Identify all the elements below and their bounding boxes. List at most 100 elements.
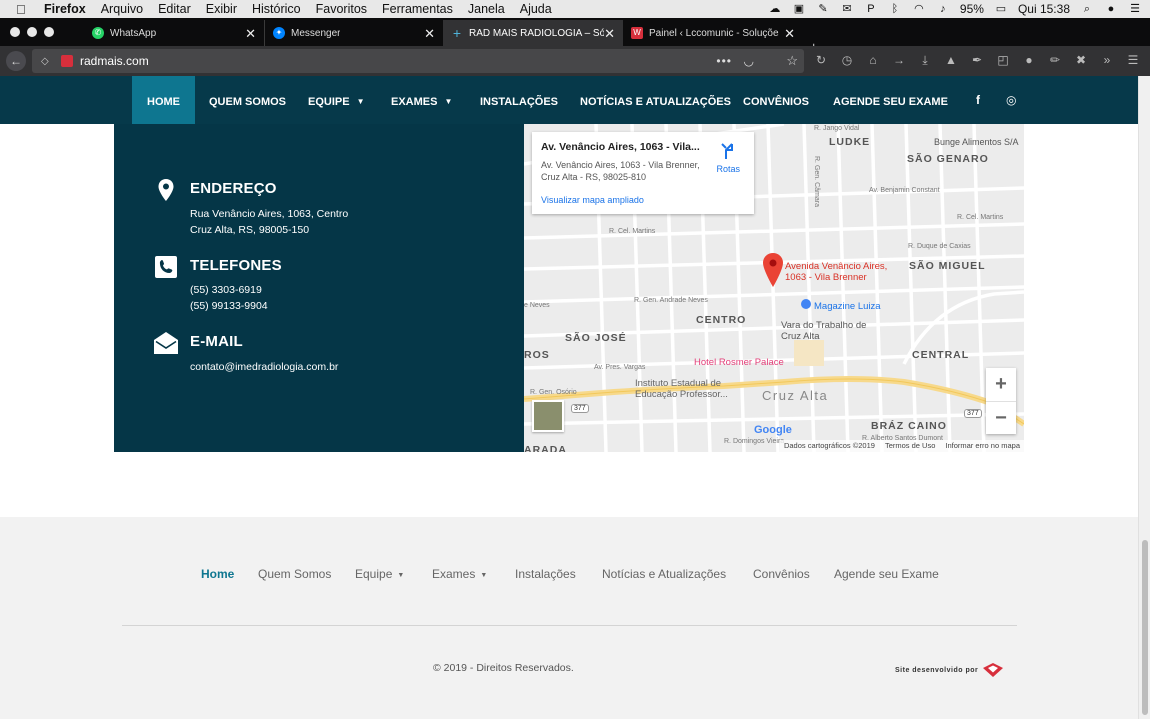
close-tab-icon[interactable]: ✕ bbox=[784, 26, 795, 42]
shield-icon[interactable]: ◇ bbox=[41, 56, 51, 67]
circle-extension-icon[interactable]: ● bbox=[1022, 53, 1036, 68]
pen-extension-icon[interactable]: ✒ bbox=[970, 53, 984, 68]
footer-nav-agende[interactable]: Agende seu Exame bbox=[834, 567, 939, 581]
menu-janela[interactable]: Janela bbox=[468, 2, 505, 16]
siri-icon[interactable]: ● bbox=[1104, 3, 1118, 15]
menu-exibir[interactable]: Exibir bbox=[206, 2, 237, 16]
screenshot-icon[interactable]: ◰ bbox=[996, 53, 1010, 68]
wifi-icon[interactable]: ◠ bbox=[912, 3, 926, 15]
window-controls bbox=[10, 27, 54, 37]
hamburger-menu-icon[interactable]: ☰ bbox=[1126, 53, 1140, 68]
bluetooth-icon[interactable]: ᛒ bbox=[888, 3, 902, 15]
nav-noticias[interactable]: NOTÍCIAS E ATUALIZAÇÕES bbox=[580, 76, 731, 124]
phone-1[interactable]: (55) 3303-6919 bbox=[190, 284, 262, 296]
footer-nav-home[interactable]: Home bbox=[201, 567, 234, 581]
pocket-icon[interactable]: ◡ bbox=[744, 54, 754, 68]
toolbar-icons: ↻ ◷ ⌂ → ⤓ ▲ ✒ ◰ ● ✏ ✖ » ☰ bbox=[814, 53, 1140, 68]
page-scrollbar[interactable] bbox=[1138, 76, 1150, 719]
zoom-window-button[interactable] bbox=[44, 27, 54, 37]
report-error-link[interactable]: Informar erro no mapa bbox=[945, 440, 1020, 452]
footer-nav-convenios[interactable]: Convênios bbox=[753, 567, 810, 581]
map-pin-icon[interactable] bbox=[763, 253, 783, 287]
menu-app-name[interactable]: Firefox bbox=[44, 2, 86, 16]
site-favicon-icon bbox=[61, 55, 73, 67]
close-tab-icon[interactable]: ✕ bbox=[424, 26, 435, 42]
puzzle-extension-icon[interactable]: ✖ bbox=[1074, 53, 1088, 68]
menu-arquivo[interactable]: Arquivo bbox=[101, 2, 143, 16]
footer-nav-exames[interactable]: Exames ▼ bbox=[432, 567, 487, 581]
battery-icon[interactable]: ▭ bbox=[994, 3, 1008, 15]
reload-icon[interactable]: ↻ bbox=[814, 53, 828, 68]
footer-nav-equipe[interactable]: Equipe ▼ bbox=[355, 567, 404, 581]
satellite-thumbnail[interactable] bbox=[532, 400, 564, 432]
lock-icon[interactable]: ▲ bbox=[944, 53, 958, 68]
spotlight-icon[interactable]: ⌕ bbox=[1080, 3, 1094, 15]
poi-vara-trabalho[interactable]: Vara do Trabalho de Cruz Alta bbox=[781, 320, 881, 342]
google-map[interactable]: LUDKE SÃO GENARO SÃO MIGUEL CENTRO SÃO J… bbox=[524, 124, 1024, 452]
directions-link[interactable]: Rotas bbox=[716, 164, 740, 174]
view-larger-map-link[interactable]: Visualizar mapa ampliado bbox=[541, 195, 644, 205]
zoom-out-button[interactable]: − bbox=[986, 401, 1016, 434]
footer-nav-quem-somos[interactable]: Quem Somos bbox=[258, 567, 331, 581]
menu-editar[interactable]: Editar bbox=[158, 2, 191, 16]
nav-exames[interactable]: EXAMES ▼ bbox=[391, 76, 452, 124]
poi-magazine-luiza[interactable]: Magazine Luiza bbox=[801, 299, 881, 312]
footer-nav-noticias[interactable]: Notícias e Atualizações bbox=[602, 567, 726, 581]
menu-historico[interactable]: Histórico bbox=[252, 2, 301, 16]
phones-title: TELEFONES bbox=[190, 257, 282, 274]
address-line-2: Cruz Alta, RS, 98005-150 bbox=[190, 224, 310, 236]
creative-cloud-icon[interactable]: ☁ bbox=[768, 3, 782, 15]
menu-ferramentas[interactable]: Ferramentas bbox=[382, 2, 453, 16]
terms-link[interactable]: Termos de Uso bbox=[885, 440, 935, 452]
download-icon[interactable]: ⤓ bbox=[918, 53, 932, 68]
phone-2[interactable]: (55) 99133-9904 bbox=[190, 300, 268, 312]
email-address[interactable]: contato@imedradiologia.com.br bbox=[190, 361, 338, 373]
edit-extension-icon[interactable]: ✏ bbox=[1048, 53, 1062, 68]
poi-instituto[interactable]: Instituto Estadual de Educação Professor… bbox=[635, 378, 755, 400]
street-label: e Neves bbox=[524, 302, 550, 309]
apple-icon[interactable]:  bbox=[16, 2, 30, 17]
mail-icon[interactable]: ✉ bbox=[840, 3, 854, 15]
url-text[interactable]: radmais.com bbox=[80, 54, 149, 68]
bookmark-star-icon[interactable]: ☆ bbox=[786, 53, 798, 69]
footer-nav-instalacoes[interactable]: Instalações bbox=[515, 567, 576, 581]
nav-equipe[interactable]: EQUIPE ▼ bbox=[308, 76, 365, 124]
nav-convenios[interactable]: CONVÊNIOS bbox=[743, 76, 809, 124]
parking-icon[interactable]: P bbox=[864, 3, 878, 15]
menu-ajuda[interactable]: Ajuda bbox=[520, 2, 552, 16]
page-actions-icon[interactable]: ••• bbox=[716, 54, 732, 68]
forward-icon[interactable]: → bbox=[892, 53, 906, 68]
tab-radmais[interactable]: + RAD MAIS RADIOLOGIA – Só m ✕ bbox=[443, 20, 623, 46]
nav-quem-somos[interactable]: QUEM SOMOS bbox=[209, 76, 286, 124]
url-bar[interactable]: ◇ radmais.com ••• ◡ ☆ bbox=[32, 49, 804, 73]
zoom-in-button[interactable]: + bbox=[986, 368, 1016, 401]
nav-instalacoes[interactable]: INSTALAÇÕES bbox=[480, 76, 558, 124]
nav-agende[interactable]: AGENDE SEU EXAME bbox=[833, 76, 948, 124]
close-tab-icon[interactable]: ✕ bbox=[245, 26, 256, 42]
menu-favoritos[interactable]: Favoritos bbox=[316, 2, 367, 16]
instagram-icon[interactable]: ◎ bbox=[1006, 93, 1016, 107]
overflow-icon[interactable]: » bbox=[1100, 53, 1114, 68]
volume-icon[interactable]: ♪ bbox=[936, 3, 950, 15]
nav-home[interactable]: HOME bbox=[132, 76, 195, 124]
tab-messenger[interactable]: ✦ Messenger ✕ bbox=[264, 20, 443, 46]
evernote-icon[interactable]: ✎ bbox=[816, 3, 830, 15]
battery-percent: 95% bbox=[959, 2, 984, 16]
close-tab-icon[interactable]: ✕ bbox=[604, 26, 615, 42]
tab-whatsapp[interactable]: ✆ WhatsApp ✕ bbox=[84, 20, 264, 46]
history-icon[interactable]: ◷ bbox=[840, 53, 854, 68]
display-icon[interactable]: ▣ bbox=[792, 3, 806, 15]
poi-hotel[interactable]: Hotel Rosmer Palace bbox=[694, 357, 784, 368]
facebook-icon[interactable]: f bbox=[976, 93, 980, 107]
directions-icon[interactable] bbox=[720, 142, 734, 160]
minimize-window-button[interactable] bbox=[27, 27, 37, 37]
notification-center-icon[interactable]: ☰ bbox=[1128, 3, 1142, 15]
tab-title: Painel ‹ Lccomunic - Soluções bbox=[649, 27, 779, 39]
scrollbar-thumb[interactable] bbox=[1142, 540, 1148, 715]
back-button[interactable]: ← bbox=[6, 51, 26, 71]
close-window-button[interactable] bbox=[10, 27, 20, 37]
clock[interactable]: Qui 15:38 bbox=[1018, 2, 1070, 16]
developer-credit[interactable]: Site desenvolvido por bbox=[895, 662, 1004, 678]
home-icon[interactable]: ⌂ bbox=[866, 53, 880, 68]
tab-painel[interactable]: W Painel ‹ Lccomunic - Soluções ✕ bbox=[623, 20, 803, 46]
